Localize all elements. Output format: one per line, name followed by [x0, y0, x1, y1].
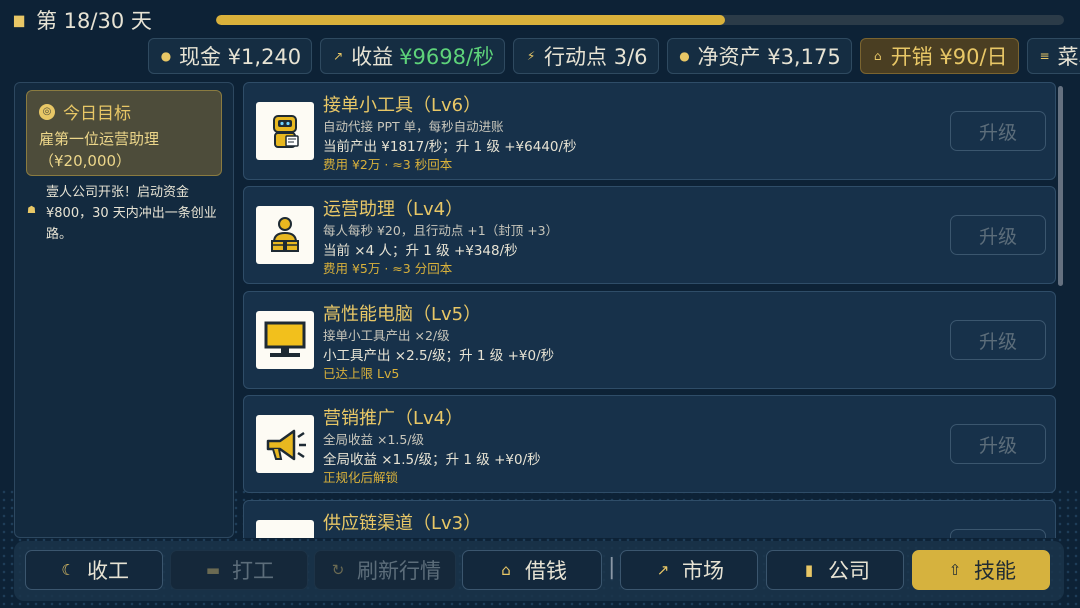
- skill-card: 运营助理（Lv4） 每人每秒 ¥20，且行动点 +1（封顶 +3） 当前 ×4 …: [243, 186, 1056, 284]
- menu-label: 菜单: [1057, 45, 1080, 69]
- moon-icon: ☾: [61, 561, 75, 579]
- skill-name: 营销推广（Lv4）: [323, 408, 464, 429]
- cash-stat: ● 现金 ¥1,240: [148, 38, 313, 74]
- day-progress-bar: [216, 15, 1064, 25]
- net-assets-value: 净资产 ¥3,175: [697, 45, 841, 69]
- building-icon: ▮: [804, 561, 814, 579]
- market-label: 市场: [682, 559, 724, 583]
- borrow-label: 借钱: [525, 559, 567, 583]
- coin-icon: ●: [160, 49, 172, 63]
- company-button[interactable]: ▮ 公司: [766, 550, 904, 590]
- event-log: ☗ 壹人公司开张！启动资金 ¥800，30 天内冲出一条创业路。: [15, 182, 233, 245]
- skill-cost: 正规化后解锁: [323, 470, 399, 485]
- close-shop-button[interactable]: ☾ 收工: [25, 550, 163, 590]
- net-assets-stat: ● 净资产 ¥3,175: [666, 38, 852, 74]
- upgrade-button[interactable]: 升级: [950, 529, 1046, 538]
- skill-description: 自动代接 PPT 单，每秒自动进账: [323, 119, 504, 134]
- briefcase-icon: ▬: [205, 561, 221, 579]
- coin-icon: ●: [679, 49, 690, 63]
- skill-cost: 费用 ¥5万 · ≈3 分回本: [323, 261, 453, 276]
- computer-icon: [256, 311, 314, 369]
- refresh-label: 刷新行情: [357, 559, 441, 583]
- skill-name: 高性能电脑（Lv5）: [323, 304, 482, 325]
- part-time-label: 打工: [232, 559, 274, 583]
- action-points-value: 行动点 3/6: [544, 45, 648, 69]
- skills-list[interactable]: 接单小工具（Lv6） 自动代接 PPT 单，每秒自动进账 当前产出 ¥1817/…: [243, 82, 1056, 538]
- market-button[interactable]: ↗ 市场: [620, 550, 758, 590]
- hamburger-icon: ≡: [1039, 49, 1050, 63]
- trend-icon: ↗: [333, 49, 344, 63]
- calendar-icon: ▆: [14, 12, 24, 28]
- nav-separator: |: [608, 555, 616, 580]
- top-hud: ▆ 第 18/30 天 ● 现金 ¥1,240 ↗ 收益 ¥9698/秒 ⚡ 行…: [0, 0, 1080, 80]
- skill-output: 当前 ×4 人；升 1 级 +¥348/秒: [323, 243, 518, 259]
- upgrade-button[interactable]: 升级: [950, 111, 1046, 151]
- money-bag-icon: ☗: [27, 205, 36, 216]
- robot-icon: [256, 102, 314, 160]
- lightning-icon: ⚡: [526, 49, 536, 63]
- skill-output: 小工具产出 ×2.5/级；升 1 级 +¥0/秒: [323, 348, 555, 364]
- arrow-up-icon: ⇧: [948, 561, 962, 579]
- goal-title: 今日目标: [63, 104, 131, 124]
- day-label: 第 18/30 天: [36, 9, 152, 33]
- skill-name: 运营助理（Lv4）: [323, 199, 464, 220]
- skill-description: 接单小工具产出 ×2/级: [323, 328, 450, 343]
- skills-tab-button[interactable]: ⇧ 技能: [912, 550, 1050, 590]
- stats-bar: ● 现金 ¥1,240 ↗ 收益 ¥9698/秒 ⚡ 行动点 3/6 ● 净资产…: [148, 38, 1080, 74]
- goal-description: 雇第一位运营助理（¥20,000）: [39, 130, 160, 170]
- bank-icon: ⌂: [501, 561, 511, 579]
- menu-button[interactable]: ≡ 菜单: [1026, 38, 1080, 74]
- house-icon: ⌂: [873, 49, 882, 63]
- expense-stat: ⌂ 开销 ¥90/日: [859, 38, 1019, 74]
- skill-output: 当前产出 ¥1817/秒；升 1 级 +¥6440/秒: [323, 139, 577, 155]
- upgrade-button[interactable]: 升级: [950, 320, 1046, 360]
- expense-value: 开销 ¥90/日: [890, 45, 1008, 69]
- part-time-button[interactable]: ▬ 打工: [170, 550, 308, 590]
- bottom-nav: ☾ 收工 ▬ 打工 ↻ 刷新行情 ⌂ 借钱 | ↗ 市场 ▮ 公司 ⇧ 技能: [14, 541, 1064, 601]
- skill-cost: 已达上限 Lv5: [323, 366, 400, 381]
- skill-output: 全局收益 ×1.5/级；升 1 级 +¥0/秒: [323, 452, 541, 468]
- skill-description: 全局收益 ×1.5/级: [323, 432, 425, 447]
- action-points-stat: ⚡ 行动点 3/6: [513, 38, 659, 74]
- skill-card: 高性能电脑（Lv5） 接单小工具产出 ×2/级 小工具产出 ×2.5/级；升 1…: [243, 291, 1056, 389]
- upgrade-button[interactable]: 升级: [950, 215, 1046, 255]
- skill-name: 接单小工具（Lv6）: [323, 95, 482, 116]
- income-value: ¥9698/秒: [399, 45, 495, 69]
- skill-card: 营销推广（Lv4） 全局收益 ×1.5/级 全局收益 ×1.5/级；升 1 级 …: [243, 395, 1056, 493]
- skill-card: 接单小工具（Lv6） 自动代接 PPT 单，每秒自动进账 当前产出 ¥1817/…: [243, 82, 1056, 180]
- log-message: 壹人公司开张！启动资金 ¥800，30 天内冲出一条创业路。: [46, 185, 217, 242]
- upgrade-button[interactable]: 升级: [950, 424, 1046, 464]
- info-panel: ◎ 今日目标 雇第一位运营助理（¥20,000） ☗ 壹人公司开张！启动资金 ¥…: [14, 82, 234, 538]
- assistant-icon: [256, 206, 314, 264]
- skill-name: 供应链渠道（Lv3）: [323, 513, 482, 534]
- close-shop-label: 收工: [87, 559, 129, 583]
- income-label: 收益: [351, 45, 394, 69]
- skills-label: 技能: [974, 559, 1016, 583]
- target-icon: ◎: [39, 103, 55, 120]
- refresh-market-button[interactable]: ↻ 刷新行情: [314, 550, 456, 590]
- daily-goal-card: ◎ 今日目标 雇第一位运营助理（¥20,000）: [26, 90, 222, 176]
- chart-icon: ↗: [656, 561, 670, 579]
- cash-value: 现金 ¥1,240: [179, 45, 302, 69]
- scrollbar[interactable]: [1058, 86, 1063, 286]
- borrow-button[interactable]: ⌂ 借钱: [462, 550, 602, 590]
- skill-card: 供应链渠道（Lv3） 升级: [243, 500, 1056, 538]
- refresh-icon: ↻: [331, 561, 345, 579]
- supply-chain-icon: [256, 520, 314, 538]
- company-label: 公司: [828, 559, 870, 583]
- income-stat: ↗ 收益 ¥9698/秒: [320, 38, 506, 74]
- day-indicator: ▆ 第 18/30 天: [14, 6, 152, 34]
- skill-description: 每人每秒 ¥20，且行动点 +1（封顶 +3）: [323, 223, 559, 238]
- megaphone-icon: [256, 415, 314, 473]
- skill-cost: 费用 ¥2万 · ≈3 秒回本: [323, 157, 453, 172]
- day-progress-fill: [216, 15, 725, 25]
